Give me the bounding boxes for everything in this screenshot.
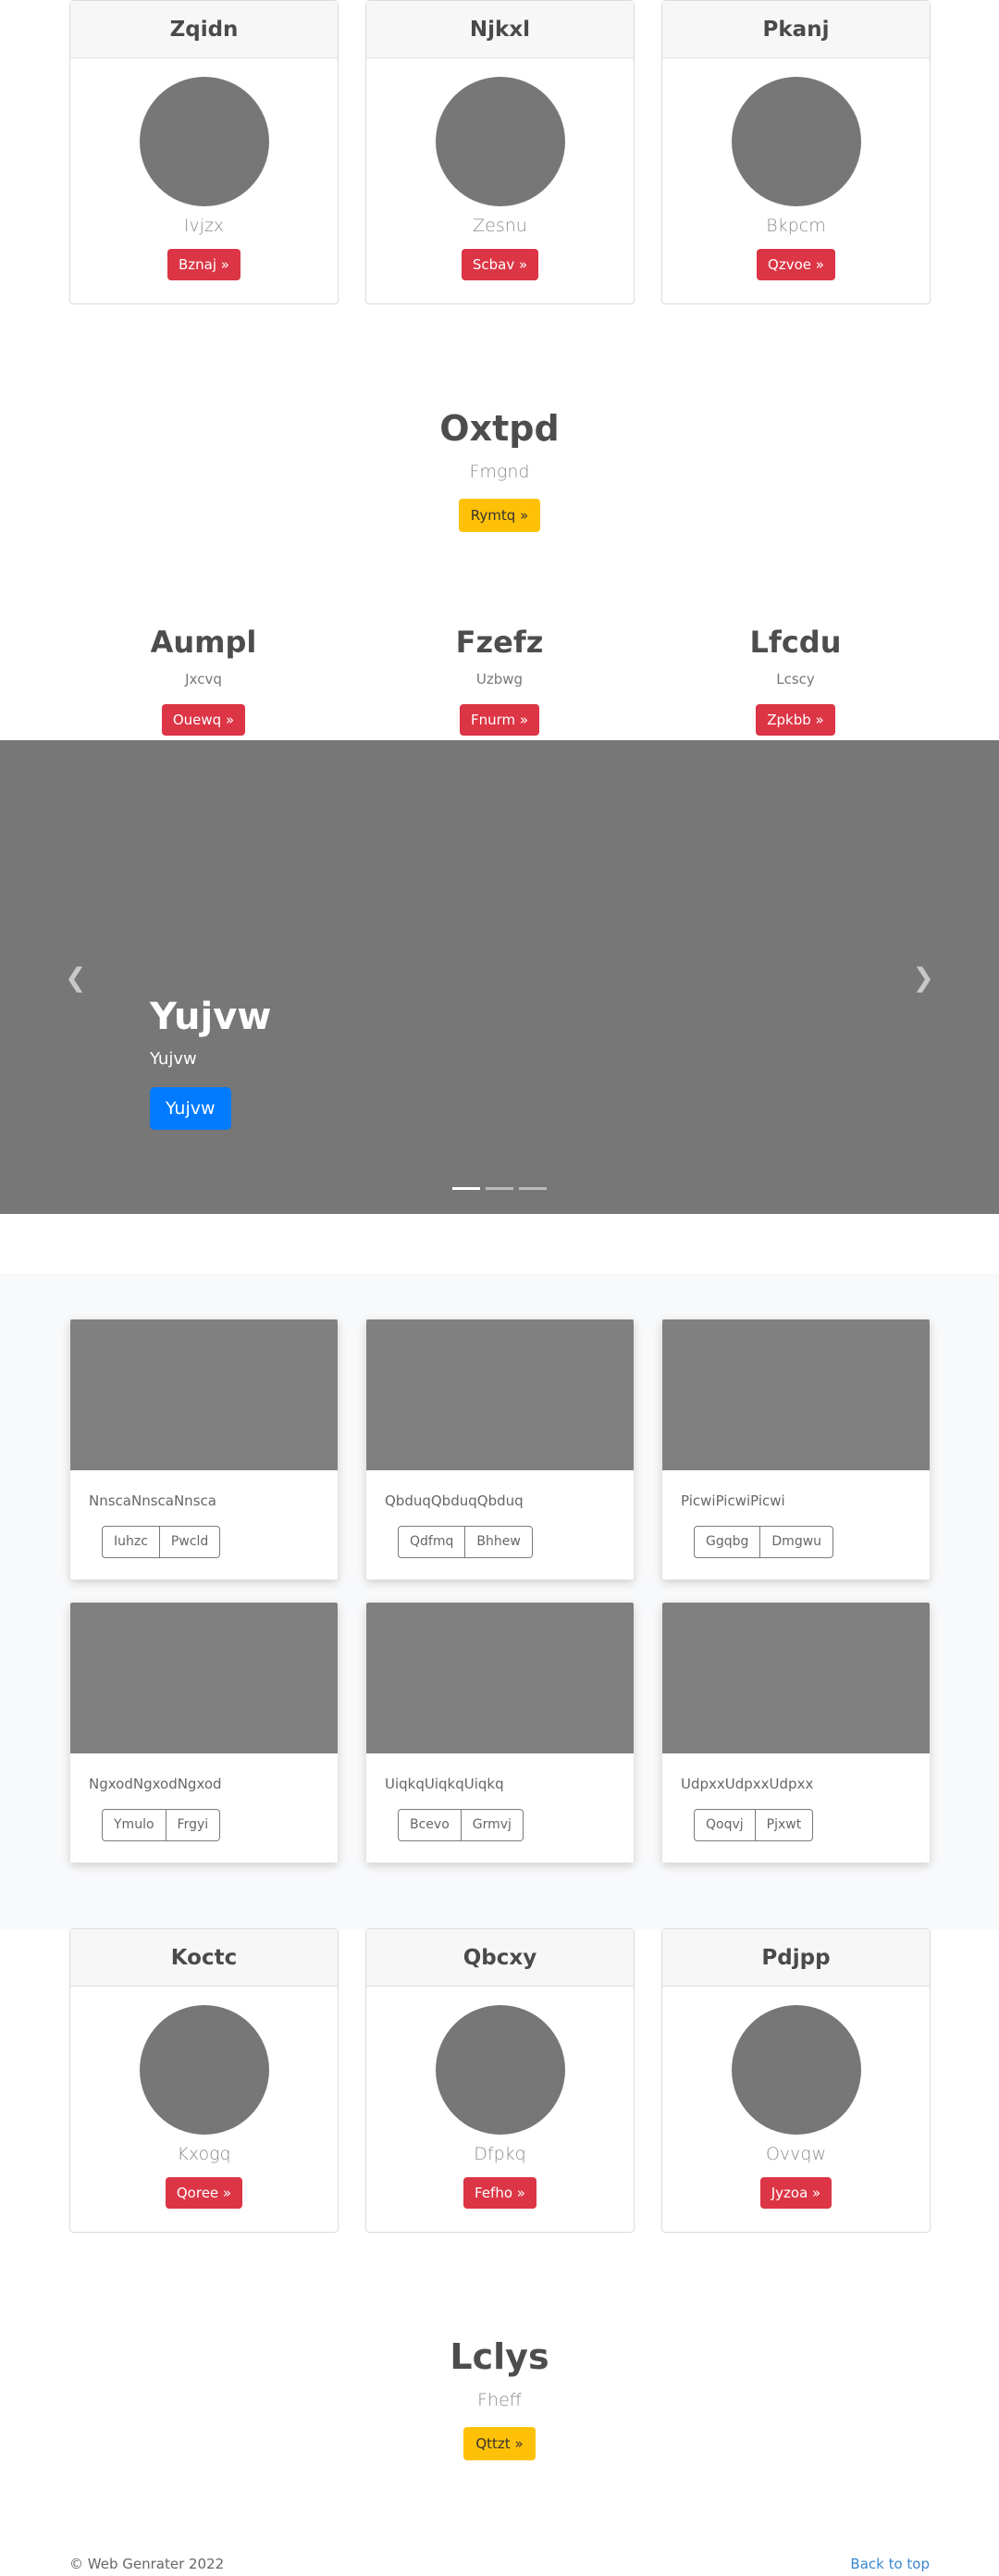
hero-button[interactable]: Rymtq » [458,499,541,532]
card-button[interactable]: Jyzoa » [759,2177,832,2209]
column-text: Lcscy [776,671,815,687]
card-button-2[interactable]: Pwcld [159,1526,221,1558]
feature-column: Fzefz Uzbwg Fnurm » [352,625,648,736]
card-title: Pdjpp [662,1929,930,1987]
card-text: PicwiPicwiPicwi [681,1492,785,1509]
card-thumbnail [366,1603,634,1753]
profile-card: Qbcxy Dfpkq Fefho » [365,1928,635,2233]
hero-lead: Fheff [477,2390,522,2410]
card-thumbnail [70,1319,338,1470]
card-button[interactable]: Fefho » [463,2177,536,2209]
carousel-indicator[interactable] [519,1187,547,1190]
profile-card: Njkxl Zesnu Scbav » [365,0,635,304]
carousel-title: Yujvw [150,996,272,1038]
card-button-2[interactable]: Grmvj [461,1809,524,1841]
column-title: Fzefz [455,625,544,660]
carousel-caption: Yujvw Yujvw Yujvw [150,996,271,1130]
card-thumbnail [662,1319,930,1470]
avatar [139,77,269,206]
card-button-2[interactable]: Pjxwt [755,1809,814,1841]
card-button-1[interactable]: Bcevo [398,1809,462,1841]
feature-column: Aumpl Jxcvq Ouewq » [56,625,352,736]
hero-section: Oxtpd Fmgnd Rymtq » [0,408,999,532]
card-title: Zqidn [70,1,338,58]
card-subtitle: Dfpkq [474,2144,526,2164]
footer-copyright: © Web Genrater 2022 [69,2556,225,2572]
card-title: Qbcxy [366,1929,634,1987]
card-subtitle: Ivjzx [183,216,225,236]
avatar [435,2005,565,2135]
column-text: Jxcvq [185,671,222,687]
card-subtitle: Zesnu [473,216,527,236]
carousel-indicator[interactable] [452,1187,480,1190]
album-card: UdpxxUdpxxUdpxx Qoqvj Pjxwt [662,1603,930,1863]
card-button[interactable]: Bznaj » [167,249,240,280]
card-button[interactable]: Qoree » [165,2177,243,2209]
feature-column: Lfcdu Lcscy Zpkbb » [648,625,944,736]
carousel-button[interactable]: Yujvw [150,1087,231,1130]
column-text: Uzbwg [475,671,524,687]
card-title: Njkxl [366,1,634,58]
profile-card: Pkanj Bkpcm Qzvoe » [661,0,931,304]
profile-card: Koctc Kxogq Qoree » [69,1928,339,2233]
avatar [139,2005,269,2135]
chevron-right-icon[interactable]: ❯ [913,962,934,993]
album-card: NgxodNgxodNgxod Ymulo Frgyi [70,1603,338,1863]
back-to-top-link[interactable]: Back to top [850,2556,930,2572]
column-title: Lfcdu [749,625,842,660]
avatar [435,77,565,206]
card-button[interactable]: Scbav » [461,249,539,280]
carousel: ❮ ❯ Yujvw Yujvw Yujvw [0,740,999,1214]
column-title: Aumpl [150,625,257,660]
card-thumbnail [366,1319,634,1470]
hero-title: Lclys [450,2336,549,2377]
card-subtitle: Ovvqw [765,2144,827,2164]
column-button[interactable]: Fnurm » [459,704,540,736]
album-card: PicwiPicwiPicwi Ggqbg Dmgwu [662,1319,930,1579]
card-title: Koctc [70,1929,338,1987]
hero-button[interactable]: Qttzt » [463,2427,536,2460]
album-card: UiqkqUiqkqUiqkq Bcevo Grmvj [366,1603,634,1863]
column-button[interactable]: Zpkbb » [756,704,835,736]
card-text: UiqkqUiqkqUiqkq [385,1776,504,1792]
card-thumbnail [70,1603,338,1753]
card-text: QbduqQbduqQbduq [385,1492,524,1509]
card-subtitle: Bkpcm [766,216,826,236]
carousel-text: Yujvw [150,1049,197,1069]
chevron-left-icon[interactable]: ❮ [65,962,86,993]
album-card: QbduqQbduqQbduq Qdfmq Bhhew [366,1319,634,1579]
column-button[interactable]: Ouewq » [161,704,246,736]
hero-lead: Fmgnd [469,462,530,482]
card-button-1[interactable]: Qoqvj [694,1809,756,1841]
card-text: UdpxxUdpxxUdpxx [681,1776,814,1792]
card-text: NgxodNgxodNgxod [89,1776,222,1792]
card-title: Pkanj [662,1,930,58]
card-thumbnail [662,1603,930,1753]
card-subtitle: Kxogq [177,2144,231,2164]
card-button-2[interactable]: Dmgwu [760,1526,834,1558]
card-button-1[interactable]: Iuhzc [102,1526,160,1558]
card-button-1[interactable]: Ggqbg [694,1526,761,1558]
card-text: NnscaNnscaNnsca [89,1492,216,1509]
album-section: NnscaNnscaNnsca Iuhzc Pwcld QbduqQbduqQbd… [0,1273,999,1930]
carousel-indicator[interactable] [486,1187,513,1190]
card-button-1[interactable]: Qdfmq [398,1526,466,1558]
card-button-1[interactable]: Ymulo [102,1809,166,1841]
card-button-2[interactable]: Bhhew [465,1526,533,1558]
hero-title: Oxtpd [439,408,560,449]
avatar [731,77,861,206]
card-button[interactable]: Qzvoe » [757,249,835,280]
card-button-2[interactable]: Frgyi [166,1809,221,1841]
hero-section: Lclys Fheff Qttzt » [0,2336,999,2460]
avatar [731,2005,861,2135]
carousel-indicators [0,1187,999,1190]
album-card: NnscaNnscaNnsca Iuhzc Pwcld [70,1319,338,1579]
profile-card: Zqidn Ivjzx Bznaj » [69,0,339,304]
profile-card: Pdjpp Ovvqw Jyzoa » [661,1928,931,2233]
